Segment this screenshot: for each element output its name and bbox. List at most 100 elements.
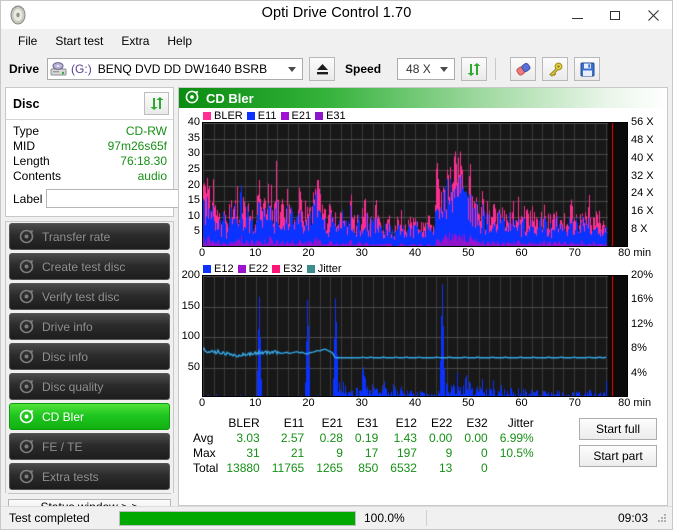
resize-grip[interactable] [656, 512, 668, 524]
stats-cell: 10.5% [499, 446, 534, 460]
close-button[interactable] [634, 1, 672, 29]
legend-e22: E22 [237, 262, 269, 275]
erase-disc-button[interactable] [510, 57, 537, 81]
stats-cell: 850 [358, 461, 379, 475]
x-tick-label: 40 [408, 397, 422, 409]
stats-cell: 0.00 [428, 431, 453, 445]
drive-select[interactable]: (G:) BENQ DVD DD DW1640 BSRB [47, 58, 304, 80]
main-header: CD Bler [179, 88, 667, 108]
x-tick-label: 10 [249, 247, 262, 259]
speed-select[interactable]: 48 X [397, 58, 456, 80]
menu-file[interactable]: File [9, 32, 46, 50]
legend-e11: E11 [246, 109, 277, 122]
disc-panel-title: Disc [13, 96, 40, 111]
y2-tick-label: 40 X [631, 151, 654, 164]
stats-cell: 197 [396, 446, 417, 460]
menu-help[interactable]: Help [158, 32, 201, 50]
menu-start-test[interactable]: Start test [46, 32, 112, 50]
save-button[interactable] [574, 57, 601, 81]
disc-contents-value: audio [137, 169, 167, 183]
start-part-button[interactable]: Start part [579, 445, 657, 467]
stats-row-label: Max [193, 446, 216, 460]
menu-extra[interactable]: Extra [112, 32, 158, 50]
legend-label: E31 [326, 109, 346, 122]
jitter-chart: E12 E22 E32 Jitter 50 100 150 200 4% 8% … [181, 262, 665, 412]
jitter-chart-legend: E12 E22 E32 Jitter [181, 262, 665, 275]
sidebar-item-extra-tests[interactable]: Extra tests [9, 463, 170, 490]
bler-chart: BLER E11 E21 E31 5 10 15 20 25 30 35 40 … [181, 109, 665, 262]
toolbar-separator [495, 58, 497, 80]
key-button[interactable] [542, 57, 569, 81]
disc-length-value: 76:18.30 [120, 154, 167, 168]
y2-tick-label: 56 X [631, 116, 654, 128]
sidebar-item-create-test-disc[interactable]: Create test disc [9, 253, 170, 280]
legend-bler: BLER [203, 110, 243, 122]
sidebar-item-transfer-rate[interactable]: Transfer rate [9, 223, 170, 250]
elapsed-time: 09:03 [617, 511, 648, 525]
menu-bar: File Start test Extra Help [1, 30, 672, 51]
sidebar-item-fe-te[interactable]: FE / TE [9, 433, 170, 460]
legend-e21: E21 [280, 110, 311, 122]
stats-col-e21: E21 [321, 416, 343, 430]
jitter-chart-y-axis: 50 100 150 200 [181, 269, 202, 397]
stats-cell: 6532 [390, 461, 417, 475]
y-tick-label: 40 [187, 116, 200, 128]
x-tick-label: 80 min [618, 247, 652, 259]
legend-label: E32 [283, 262, 303, 275]
stats-cell: 31 [246, 446, 260, 460]
main-header-title: CD Bler [206, 90, 254, 106]
progress-bar-fill [120, 511, 355, 525]
jitter-chart-y2-axis: 4% 8% 12% 16% 20% [628, 269, 665, 397]
disc-info-rows: Type CD-RW MID 97m26s65f Length 76:18.30… [6, 120, 259, 216]
y2-tick-label: 48 X [631, 133, 654, 146]
disc-test-icon [19, 409, 34, 424]
stats-cell: 13 [438, 461, 453, 475]
refresh-button[interactable] [461, 57, 488, 81]
sidebar-item-cd-bler[interactable]: CD Bler [9, 403, 170, 430]
minimize-button[interactable] [558, 1, 596, 29]
disc-test-icon [19, 439, 34, 454]
sidebar-item-disc-quality[interactable]: Disc quality [9, 373, 170, 400]
body: Disc Type CD-RW MID 97m26s65f Length 76:… [1, 87, 672, 515]
stats-col-e22: E22 [430, 416, 453, 430]
disc-row-length: Length 76:18.30 [13, 154, 167, 169]
chevron-down-icon [440, 67, 449, 72]
toolbar: Drive (G:) BENQ DVD DD DW1640 BSRB Speed… [1, 51, 672, 87]
y-tick-label: 10 [187, 209, 200, 222]
sidebar-item-label: Create test disc [42, 259, 126, 274]
sidebar-item-label: CD Bler [42, 409, 85, 424]
y2-tick-label: 32 X [631, 169, 654, 182]
y-tick-label: 50 [187, 360, 200, 373]
sidebar-item-drive-info[interactable]: Drive info [9, 313, 170, 340]
bler-chart-legend: BLER E11 E21 E31 [181, 109, 665, 122]
y2-tick-label: 4% [631, 366, 647, 379]
x-tick-label: 40 [408, 247, 422, 259]
disc-refresh-button[interactable] [144, 92, 169, 115]
disc-label-row: Label [13, 187, 259, 210]
stats-cell: 0 [481, 461, 488, 475]
stats-col-e31: E31 [356, 416, 379, 430]
disc-type-label: Type [13, 124, 40, 138]
legend-e31: E31 [315, 110, 346, 122]
sidebar-item-label: Disc quality [42, 379, 104, 394]
stats-cell: 1.43 [393, 431, 417, 445]
sidebar-item-verify-test-disc[interactable]: Verify test disc [9, 283, 170, 310]
legend-label: E22 [248, 262, 269, 275]
sidebar-item-disc-info[interactable]: Disc info [9, 343, 170, 370]
x-tick-label: 20 [302, 247, 315, 259]
disc-length-label: Length [13, 154, 50, 168]
maximize-button[interactable] [596, 1, 634, 29]
y2-tick-label: 20% [631, 269, 654, 281]
eject-button[interactable] [309, 57, 336, 81]
start-buttons: Start full Start part [579, 416, 663, 476]
title-bar: Opti Drive Control 1.70 [1, 1, 672, 30]
legend-e32: E32 [272, 263, 303, 275]
start-full-button[interactable]: Start full [579, 418, 657, 440]
table-row: Max 31 21 9 17 197 9 0 10.5% [189, 446, 540, 461]
disc-test-icon [19, 379, 34, 394]
x-tick-label: 10 [249, 397, 262, 409]
disc-test-icon [19, 259, 34, 274]
legend-label: E11 [257, 109, 277, 122]
disc-row-mid: MID 97m26s65f [13, 139, 167, 154]
y2-tick-label: 16% [631, 293, 654, 306]
